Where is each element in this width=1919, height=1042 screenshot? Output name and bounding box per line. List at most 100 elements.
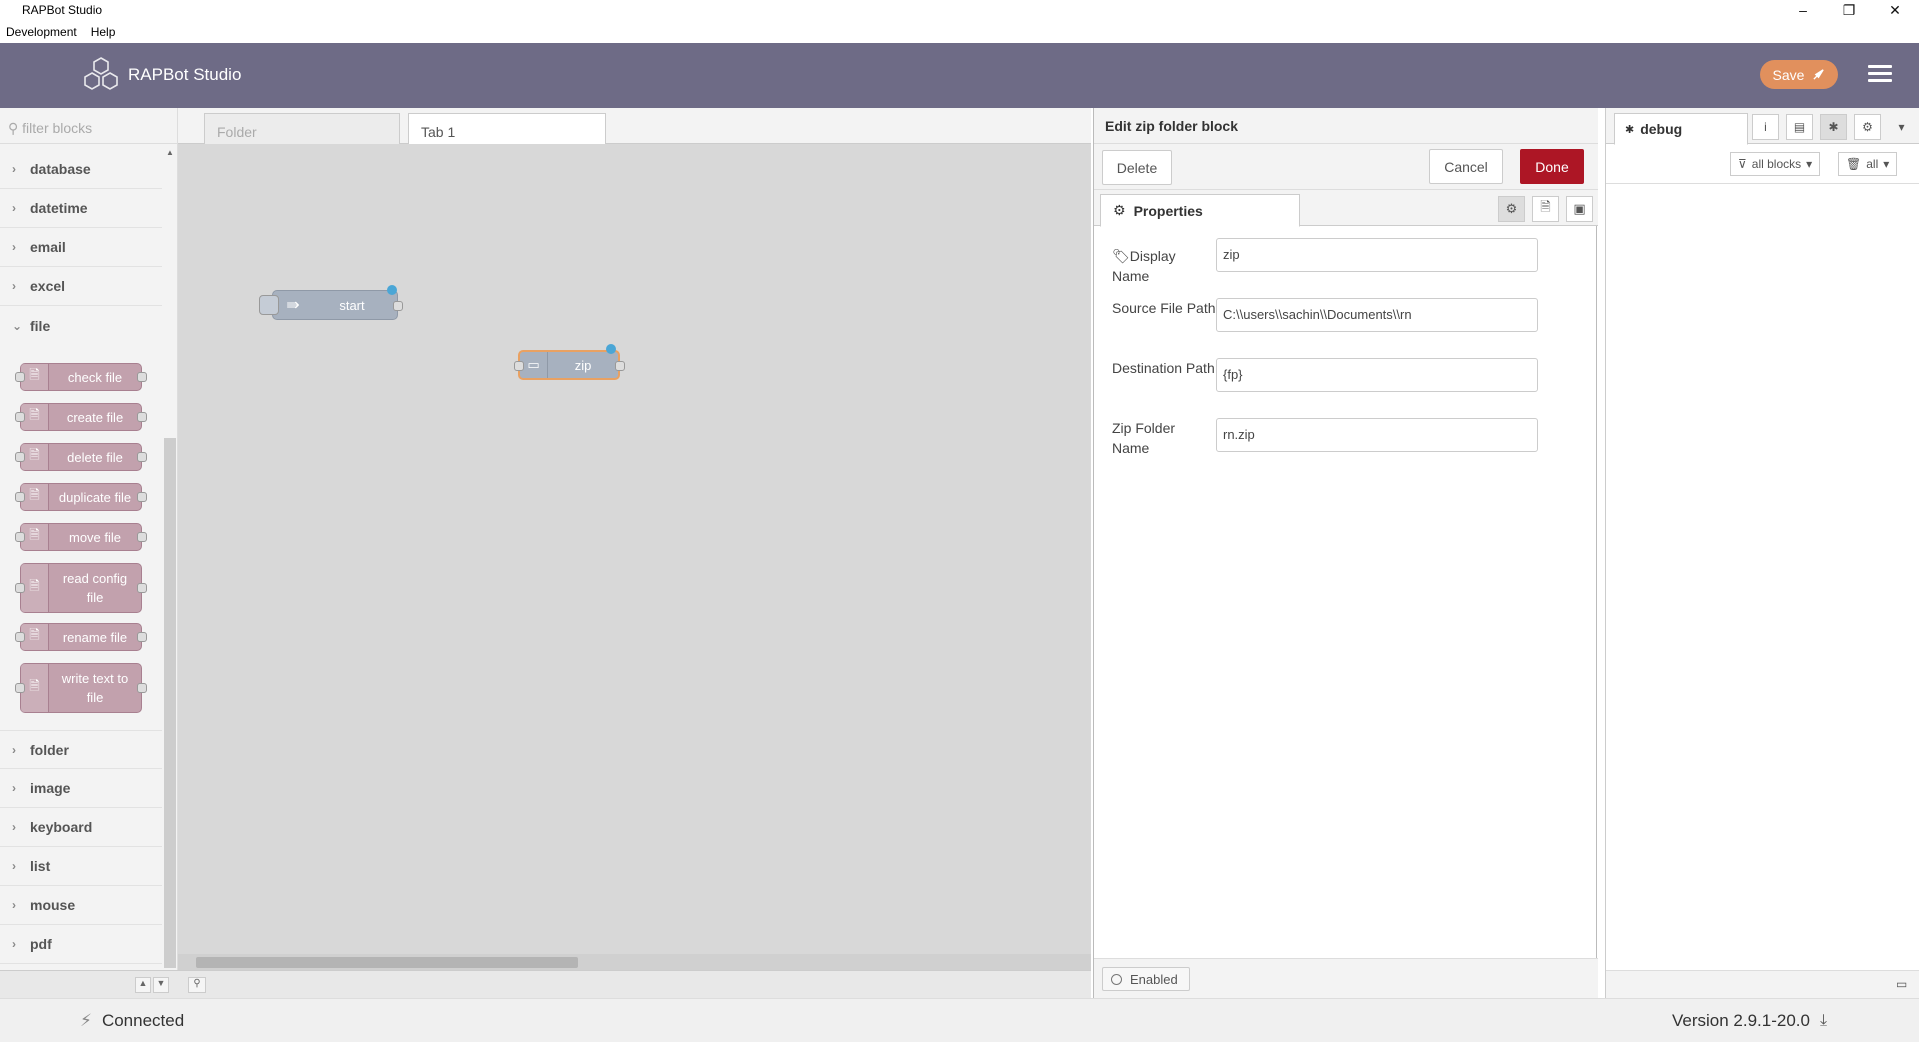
rocket-icon [1813,69,1825,80]
arrow-icon: ⇛ [286,297,300,314]
tab-folder[interactable]: Folder [204,113,400,145]
flow-node-zip[interactable]: ▭ zip [514,344,625,380]
window-titlebar: RAPBot Studio – ❐ ✕ [0,0,1919,20]
delete-button[interactable]: Delete [1102,150,1172,185]
chevron-right-icon: › [12,162,16,176]
category-pdf[interactable]: › pdf [0,925,162,964]
close-icon[interactable]: ✕ [1872,0,1918,20]
tab-label: debug [1640,121,1683,137]
category-list[interactable]: › list [0,847,162,886]
palette-node-write-text-to-file[interactable]: 🗎 write text to file [15,663,147,713]
tab-debug[interactable]: ✱ debug [1614,113,1748,145]
category-label: datetime [30,200,88,216]
chevron-right-icon: › [12,201,16,215]
file-icon: 🗎 [21,444,49,470]
palette-footer: ▲ ▼ [0,970,178,998]
zip-folder-name-label: Zip Folder Name [1112,420,1176,456]
gear-icon[interactable]: ⚙ [1854,114,1881,140]
select-label: all [1866,157,1879,171]
input-port[interactable] [514,361,524,371]
inject-button[interactable] [259,295,279,315]
chevron-down-icon[interactable]: ▾ [1888,114,1915,140]
file-icon: 🗎 [21,404,49,430]
node-label: write text to file [61,671,129,705]
enabled-toggle[interactable]: Enabled [1102,967,1190,991]
category-keyboard[interactable]: › keyboard [0,808,162,847]
category-file[interactable]: ⌄ file [0,306,162,345]
version-label: Version 2.9.1-20.0 [1672,1011,1810,1030]
category-datetime[interactable]: › datetime [0,189,162,228]
cancel-button[interactable]: Cancel [1429,149,1503,184]
canvas-hscroll-thumb[interactable] [196,957,578,968]
folder-icon: ▭ [520,352,548,378]
enabled-label: Enabled [1130,971,1178,987]
flow-node-start[interactable]: ⇛ start [259,285,403,320]
select-label: all blocks [1751,157,1802,171]
filter-blocks-input[interactable]: ⚲ filter blocks [0,110,177,144]
menu-development[interactable]: Development [6,22,77,42]
palette-node-create-file[interactable]: 🗎 create file [15,403,147,431]
file-icon: 🗎 [21,524,49,550]
category-mouse[interactable]: › mouse [0,886,162,925]
category-image[interactable]: › image [0,769,162,808]
palette-node-read-config-file[interactable]: 🗎 read config file [15,563,147,613]
tab-tab-1[interactable]: Tab 1 [408,113,606,145]
source-path-field[interactable]: C:\\users\\sachin\\Documents\\rn [1216,298,1538,332]
appearance-icon[interactable]: ▣ [1566,196,1593,222]
connection-label: Connected [101,1011,185,1030]
tab-properties[interactable]: ⚙ Properties [1100,194,1300,227]
scroll-up-icon[interactable]: ▲ [166,148,174,157]
palette-node-delete-file[interactable]: 🗎 delete file [15,443,147,471]
zip-folder-name-field[interactable]: rn.zip [1216,418,1538,452]
filter-blocks-select[interactable]: ⊽ all blocks ▾ [1730,152,1821,176]
menu-help[interactable]: Help [91,22,116,42]
collapse-all-icon[interactable]: ▲ [135,977,151,993]
chevron-right-icon: › [12,898,16,912]
category-label: file [30,317,51,334]
sidebar-tabs: ✱ debug i ▤ ✱ ⚙ ▾ [1606,108,1919,145]
expand-all-icon[interactable]: ▼ [153,977,169,993]
restore-icon[interactable]: ❐ [1826,0,1872,20]
settings-icon[interactable]: ⚙ [1498,196,1525,222]
tray-toolbar: Delete Cancel Done [1094,144,1598,190]
category-label: list [30,858,51,874]
category-label: excel [30,278,66,294]
description-icon[interactable]: 🗎 [1532,196,1559,222]
palette-node-rename-file[interactable]: 🗎 rename file [15,623,147,651]
category-label: pdf [30,936,52,952]
done-button[interactable]: Done [1520,149,1584,184]
palette-node-check-file[interactable]: 🗎 check file [15,363,147,391]
version-info: Version 2.9.1-20.0 ⤓ [1672,1011,1827,1031]
block-palette: ⚲ filter blocks ▲ › database › datetime › e… [0,108,178,998]
info-icon[interactable]: i [1752,114,1779,140]
bug-tab-icon[interactable]: ✱ [1820,114,1847,140]
destination-path-field[interactable]: {fp} [1216,358,1538,392]
output-port[interactable] [615,361,625,371]
category-email[interactable]: › email [0,228,162,267]
clear-messages-select[interactable]: 🗑 all ▾ [1838,152,1898,176]
category-excel[interactable]: › excel [0,267,162,306]
category-database[interactable]: › database [0,150,162,189]
changed-indicator [606,344,616,354]
palette-node-move-file[interactable]: 🗎 move file [15,523,147,551]
file-icon: 🗎 [21,364,49,390]
output-port[interactable] [393,301,403,311]
category-folder[interactable]: › folder [0,730,162,769]
main-menu-icon[interactable] [1868,65,1892,85]
flow-canvas[interactable]: ⇛ start ▭ zip [178,144,1091,954]
workspace-footer: ⚲ [178,970,1091,998]
save-button[interactable]: Save [1760,60,1838,89]
display-name-field[interactable]: zip [1216,238,1538,272]
palette-node-duplicate-file[interactable]: 🗎 duplicate file [15,483,147,511]
chevron-down-icon: ⌄ [12,318,23,333]
palette-scroll-thumb[interactable] [164,438,176,968]
file-icon: 🗎 [21,624,49,650]
zoom-search-icon[interactable]: ⚲ [188,977,206,993]
display-name-label: 🏷Display Name [1112,248,1176,284]
monitor-icon[interactable]: ▭ [1896,977,1907,991]
minimize-icon[interactable]: – [1780,0,1826,20]
source-path-label: Source File Path [1112,300,1216,316]
changed-indicator [387,285,397,295]
book-icon[interactable]: ▤ [1786,114,1813,140]
download-icon[interactable]: ⤓ [1820,1012,1827,1030]
